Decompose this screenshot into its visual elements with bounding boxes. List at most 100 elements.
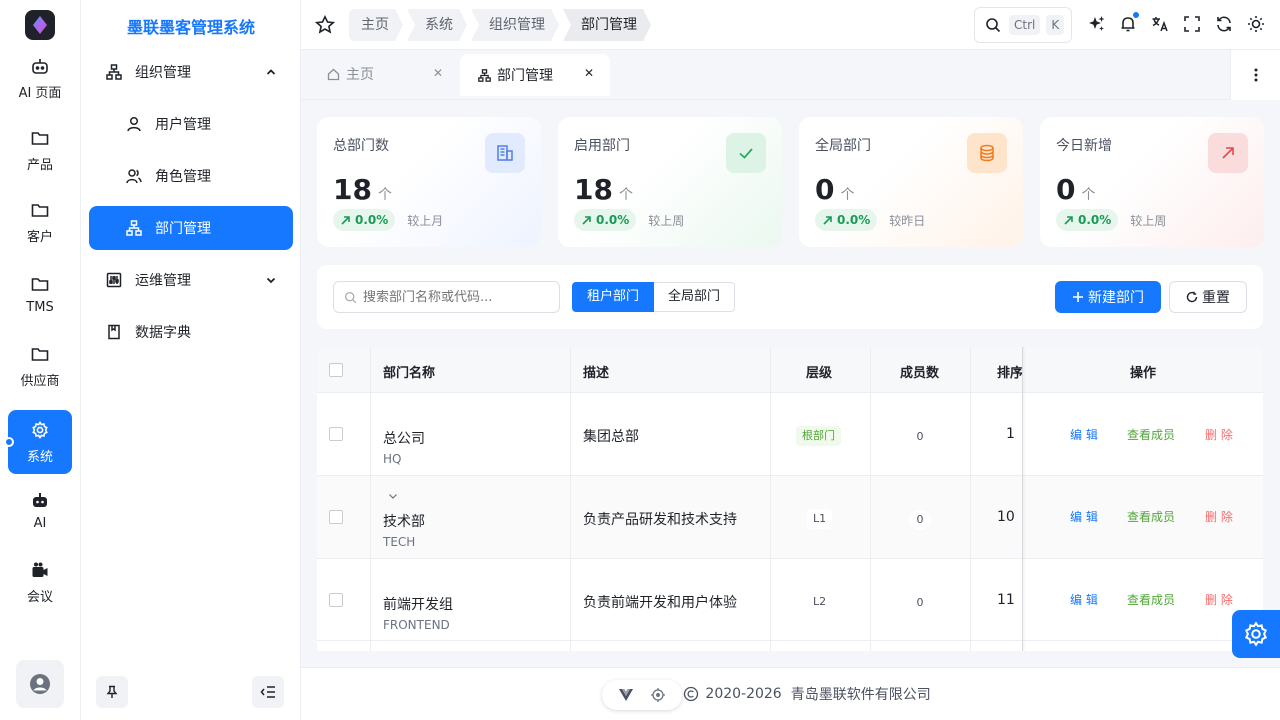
rail-item-tms[interactable]: TMS bbox=[8, 262, 72, 326]
devtools-widget[interactable] bbox=[602, 680, 682, 710]
select-all-checkbox[interactable] bbox=[329, 363, 343, 377]
tab-bar: 主页 ✕ 部门管理 ✕ bbox=[301, 50, 1280, 100]
column-divider bbox=[370, 347, 371, 651]
menu-item-departments[interactable]: 部门管理 bbox=[89, 206, 293, 250]
segment-global[interactable]: 全局部门 bbox=[654, 282, 736, 312]
view-members-button[interactable]: 查看成员 bbox=[1127, 591, 1175, 608]
table-header bbox=[317, 347, 1263, 393]
close-icon[interactable]: ✕ bbox=[584, 66, 594, 80]
folder-icon bbox=[31, 274, 49, 294]
button-label: 重置 bbox=[1202, 290, 1230, 306]
menu-item-org[interactable]: 组织管理 bbox=[89, 50, 293, 94]
user-avatar[interactable] bbox=[16, 660, 64, 708]
tab-home[interactable]: 主页 ✕ bbox=[309, 54, 459, 94]
trend-badge: 0.0% bbox=[1056, 209, 1119, 231]
expand-chevron-icon[interactable] bbox=[388, 491, 398, 501]
rail-item-label: 供应商 bbox=[20, 373, 60, 389]
org-tree-icon bbox=[478, 68, 491, 82]
stat-unit: 个 bbox=[1081, 187, 1096, 203]
tab-more-button[interactable] bbox=[1230, 50, 1280, 100]
collapse-menu-button[interactable] bbox=[252, 676, 284, 708]
arrow-up-right-icon bbox=[1208, 133, 1248, 173]
gear-icon bbox=[1244, 621, 1268, 647]
edit-button[interactable]: 编 辑 bbox=[1070, 508, 1098, 525]
trend-up-icon bbox=[1064, 215, 1073, 225]
edit-button[interactable]: 编 辑 bbox=[1070, 426, 1098, 443]
video-icon bbox=[31, 560, 49, 580]
rail-item-system[interactable]: 系统 bbox=[8, 410, 72, 474]
tab-departments[interactable]: 部门管理 ✕ bbox=[460, 54, 610, 96]
delete-button[interactable]: 删 除 bbox=[1205, 591, 1233, 608]
view-members-button[interactable]: 查看成员 bbox=[1127, 508, 1175, 525]
sort-order: 10 bbox=[997, 509, 1015, 525]
user-icon bbox=[125, 116, 143, 132]
fullscreen-icon[interactable] bbox=[1183, 15, 1201, 33]
rail-item-products[interactable]: 产品 bbox=[8, 118, 72, 182]
stat-card-today: 今日新增 0个 0.0% 较上周 bbox=[1040, 117, 1264, 247]
rail-item-ai[interactable]: AI bbox=[8, 478, 72, 542]
pin-button[interactable] bbox=[96, 676, 128, 708]
close-icon[interactable]: ✕ bbox=[433, 66, 443, 80]
breadcrumb-current: 部门管理 bbox=[563, 9, 651, 41]
global-search-button[interactable]: Ctrl K bbox=[974, 7, 1072, 43]
breadcrumb-item[interactable]: 组织管理 bbox=[471, 9, 559, 41]
search-input[interactable] bbox=[363, 289, 543, 305]
member-count: 0 bbox=[916, 430, 924, 443]
logo-icon bbox=[33, 16, 47, 34]
rail-item-suppliers[interactable]: 供应商 bbox=[8, 334, 72, 398]
menu-item-ops[interactable]: 运维管理 bbox=[89, 258, 293, 302]
menu-item-dictionary[interactable]: 数据字典 bbox=[89, 310, 293, 354]
building-icon bbox=[485, 133, 525, 173]
row-checkbox[interactable] bbox=[329, 593, 343, 607]
sparkle-icon[interactable] bbox=[1088, 15, 1106, 33]
rail-item-ai-page[interactable]: AI 页面 bbox=[8, 46, 72, 110]
member-count: 0 bbox=[916, 596, 924, 609]
stat-unit: 个 bbox=[840, 187, 855, 203]
breadcrumb-item[interactable]: 系统 bbox=[407, 9, 467, 41]
reset-button[interactable]: 重置 bbox=[1169, 281, 1247, 313]
theme-sun-icon[interactable] bbox=[1247, 15, 1265, 33]
delete-button[interactable]: 删 除 bbox=[1205, 426, 1233, 443]
rail-item-label: TMS bbox=[26, 299, 54, 315]
book-icon bbox=[105, 324, 123, 340]
trend-up-icon bbox=[341, 215, 350, 225]
trend-badge: 0.0% bbox=[333, 209, 396, 231]
scope-segmented-control: 租户部门 全局部门 bbox=[572, 282, 736, 312]
translate-icon[interactable] bbox=[1151, 15, 1169, 33]
stat-unit: 个 bbox=[618, 187, 633, 203]
delete-button[interactable]: 删 除 bbox=[1205, 508, 1233, 525]
app-logo[interactable] bbox=[25, 10, 55, 40]
home-icon bbox=[327, 68, 340, 81]
top-bar: 主页 系统 组织管理 部门管理 Ctrl K bbox=[301, 0, 1280, 50]
breadcrumb-item[interactable]: 主页 bbox=[349, 9, 403, 41]
stat-unit: 个 bbox=[377, 187, 392, 203]
view-members-button[interactable]: 查看成员 bbox=[1127, 426, 1175, 443]
row-checkbox[interactable] bbox=[329, 510, 343, 524]
settings-fab-button[interactable] bbox=[1232, 610, 1280, 658]
new-department-button[interactable]: 新建部门 bbox=[1055, 281, 1161, 313]
rail-item-label: AI bbox=[33, 515, 47, 531]
rail-item-customers[interactable]: 客户 bbox=[8, 190, 72, 254]
search-icon bbox=[986, 18, 1001, 33]
segment-tenant[interactable]: 租户部门 bbox=[572, 282, 655, 312]
row-checkbox[interactable] bbox=[329, 427, 343, 441]
trend-value: 0.0% bbox=[1078, 213, 1112, 227]
avatar-icon bbox=[30, 674, 50, 694]
trend-value: 0.0% bbox=[596, 213, 630, 227]
stat-value: 18 bbox=[333, 173, 372, 206]
favorite-star-icon[interactable] bbox=[315, 15, 335, 35]
menu-item-users[interactable]: 用户管理 bbox=[89, 102, 293, 146]
edit-button[interactable]: 编 辑 bbox=[1070, 591, 1098, 608]
department-name[interactable]: 技术部 bbox=[383, 511, 425, 531]
department-name[interactable]: 总公司 bbox=[383, 428, 425, 448]
level-tag: L2 bbox=[813, 595, 827, 608]
compare-label: 较上周 bbox=[1130, 213, 1167, 228]
department-name[interactable]: 前端开发组 bbox=[383, 594, 453, 614]
stat-value: 0 bbox=[1056, 173, 1076, 206]
search-field[interactable] bbox=[333, 281, 560, 313]
rail-item-meeting[interactable]: 会议 bbox=[8, 550, 72, 614]
app-title: 墨联墨客管理系统 bbox=[126, 18, 255, 37]
refresh-icon[interactable] bbox=[1215, 15, 1233, 33]
refresh-icon bbox=[1186, 291, 1198, 303]
menu-item-roles[interactable]: 角色管理 bbox=[89, 154, 293, 198]
